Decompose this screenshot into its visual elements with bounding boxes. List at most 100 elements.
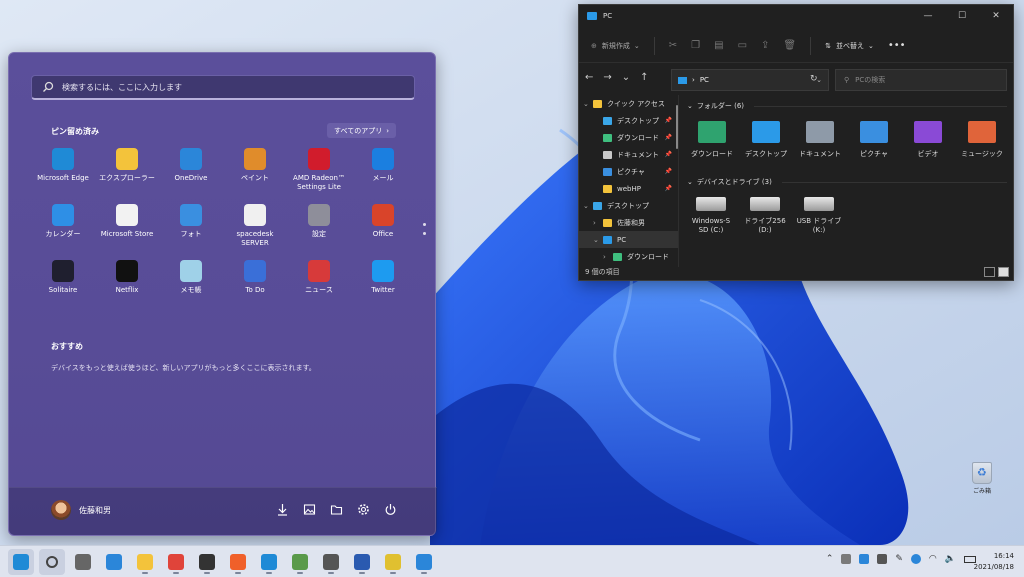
- folder-icon[interactable]: [330, 503, 343, 516]
- taskbar-edge-button[interactable]: [256, 549, 282, 575]
- pictures-icon[interactable]: [303, 503, 316, 516]
- explorer-title-bar[interactable]: PC — ☐ ✕: [579, 5, 1013, 27]
- pinned-app[interactable]: AMD Radeon™ Settings Lite: [287, 148, 351, 198]
- nav-scrollbar[interactable]: [676, 105, 678, 149]
- page-indicator[interactable]: [423, 223, 427, 241]
- pinned-app[interactable]: OneDrive: [159, 148, 223, 198]
- taskbar-chrome-button[interactable]: [163, 549, 189, 575]
- up-arrow-icon[interactable]: ↑: [640, 72, 648, 83]
- details-view-button[interactable]: [984, 267, 995, 277]
- taskbar-search-button[interactable]: [39, 549, 65, 575]
- folder-item[interactable]: ダウンロード: [687, 121, 737, 159]
- folder-item[interactable]: ミュージック: [957, 121, 1007, 159]
- expand-chevron-icon[interactable]: ⌄: [583, 202, 593, 210]
- tray-network-app-icon[interactable]: [859, 554, 870, 564]
- recycle-bin-shortcut[interactable]: ごみ箱: [962, 462, 1002, 495]
- settings-gear-icon[interactable]: [357, 503, 370, 516]
- pinned-app[interactable]: Microsoft Store: [95, 204, 159, 254]
- all-apps-button[interactable]: すべてのアプリ ›: [327, 123, 397, 138]
- start-search-box[interactable]: 検索するには、ここに入力します: [31, 75, 415, 100]
- address-bar[interactable]: › PC ⌄: [671, 69, 829, 91]
- expand-chevron-icon[interactable]: ⌄: [583, 100, 593, 108]
- downloads-icon[interactable]: [276, 503, 289, 516]
- chevron-up-icon[interactable]: ⌃: [826, 554, 834, 564]
- tray-app-icon[interactable]: [877, 554, 888, 564]
- pinned-app[interactable]: Twitter: [351, 260, 415, 310]
- taskbar-media-button[interactable]: [349, 549, 375, 575]
- nav-item[interactable]: デスクトップ 📌: [579, 112, 678, 129]
- back-arrow-icon[interactable]: ←: [585, 72, 593, 83]
- pen-icon[interactable]: ✎: [895, 554, 903, 564]
- taskbar-brave-button[interactable]: [225, 549, 251, 575]
- expand-chevron-icon[interactable]: ⌄: [593, 236, 603, 244]
- pinned-app[interactable]: ペイント: [223, 148, 287, 198]
- nav-item[interactable]: ピクチャ 📌: [579, 163, 678, 180]
- drive-item[interactable]: Windows-S SD (C:): [685, 197, 737, 235]
- pinned-app[interactable]: 設定: [287, 204, 351, 254]
- rename-icon[interactable]: ▭: [738, 40, 747, 51]
- taskbar-widgets-button[interactable]: [101, 549, 127, 575]
- nav-item[interactable]: › ダウンロード: [579, 248, 678, 265]
- drive-item[interactable]: USB ドライブ (K:): [793, 197, 845, 235]
- close-button[interactable]: ✕: [979, 5, 1013, 27]
- pinned-app[interactable]: エクスプローラー: [95, 148, 159, 198]
- pinned-app[interactable]: メモ帳: [159, 260, 223, 310]
- pinned-app[interactable]: To Do: [223, 260, 287, 310]
- breadcrumb-pc[interactable]: PC: [700, 76, 709, 84]
- maximize-button[interactable]: ☐: [945, 5, 979, 27]
- nav-item[interactable]: ⌄ クイック アクセス: [579, 95, 678, 112]
- taskbar-calculator-button[interactable]: [194, 549, 220, 575]
- nav-item[interactable]: ⌄ デスクトップ: [579, 197, 678, 214]
- pinned-app[interactable]: Office: [351, 204, 415, 254]
- nav-item[interactable]: ⌄ PC: [579, 231, 678, 248]
- forward-arrow-icon[interactable]: →: [603, 72, 611, 83]
- folder-item[interactable]: ドキュメント: [795, 121, 845, 159]
- pinned-app[interactable]: フォト: [159, 204, 223, 254]
- nav-item[interactable]: ドキュメント 📌: [579, 146, 678, 163]
- recent-chevron-icon[interactable]: ⌄: [622, 72, 630, 83]
- delete-icon[interactable]: 🗑: [783, 40, 796, 51]
- folders-group-header[interactable]: ⌄ フォルダー (6): [687, 101, 1007, 111]
- pinned-app[interactable]: Netflix: [95, 260, 159, 310]
- pinned-app[interactable]: カレンダー: [31, 204, 95, 254]
- tray-app-icon[interactable]: [841, 554, 852, 564]
- nav-item[interactable]: webHP 📌: [579, 180, 678, 197]
- tiles-view-button[interactable]: [998, 267, 1009, 277]
- user-account-button[interactable]: 佐藤和男: [51, 500, 111, 520]
- power-icon[interactable]: [384, 503, 397, 516]
- drives-group-header[interactable]: ⌄ デバイスとドライブ (3): [687, 177, 1007, 187]
- expand-chevron-icon[interactable]: ›: [593, 219, 603, 227]
- pinned-app[interactable]: Solitaire: [31, 260, 95, 310]
- taskbar-clock[interactable]: 16:14 2021/08/18: [974, 551, 1014, 573]
- taskbar-notepad-button[interactable]: [380, 549, 406, 575]
- copy-icon[interactable]: ❐: [691, 40, 700, 51]
- expand-chevron-icon[interactable]: ›: [603, 253, 613, 261]
- folder-item[interactable]: ピクチャ: [849, 121, 899, 159]
- pinned-app[interactable]: メール: [351, 148, 415, 198]
- folder-item[interactable]: デスクトップ: [741, 121, 791, 159]
- refresh-icon[interactable]: ↻: [810, 74, 818, 84]
- taskbar-explorer-button[interactable]: [132, 549, 158, 575]
- tray-app-icon[interactable]: [910, 554, 921, 564]
- new-item-button[interactable]: ⊕ 新規作成 ⌄: [591, 41, 640, 51]
- taskbar-task-view-button[interactable]: [70, 549, 96, 575]
- cut-icon[interactable]: ✂: [669, 40, 677, 51]
- pinned-app[interactable]: ニュース: [287, 260, 351, 310]
- taskbar-start-button[interactable]: [8, 549, 34, 575]
- wifi-icon[interactable]: ◠: [929, 554, 937, 564]
- paste-icon[interactable]: ▤: [714, 40, 723, 51]
- pinned-app[interactable]: Microsoft Edge: [31, 148, 95, 198]
- drive-item[interactable]: ドライブ256 (D:): [739, 197, 791, 235]
- volume-icon[interactable]: 🔈: [945, 554, 956, 564]
- sort-button[interactable]: ⇅ 並べ替え ⌄: [825, 41, 874, 51]
- taskbar-onedrive-button[interactable]: [411, 549, 437, 575]
- taskbar-network-button[interactable]: [318, 549, 344, 575]
- explorer-search-box[interactable]: ⚲ PCの検索: [835, 69, 1007, 91]
- minimize-button[interactable]: —: [911, 5, 945, 27]
- taskbar-remote-button[interactable]: [287, 549, 313, 575]
- folder-item[interactable]: ビデオ: [903, 121, 953, 159]
- nav-item[interactable]: › 佐藤和男: [579, 214, 678, 231]
- pinned-app[interactable]: spacedesk SERVER: [223, 204, 287, 254]
- more-options-button[interactable]: •••: [888, 40, 906, 51]
- share-icon[interactable]: ⇪: [761, 40, 769, 51]
